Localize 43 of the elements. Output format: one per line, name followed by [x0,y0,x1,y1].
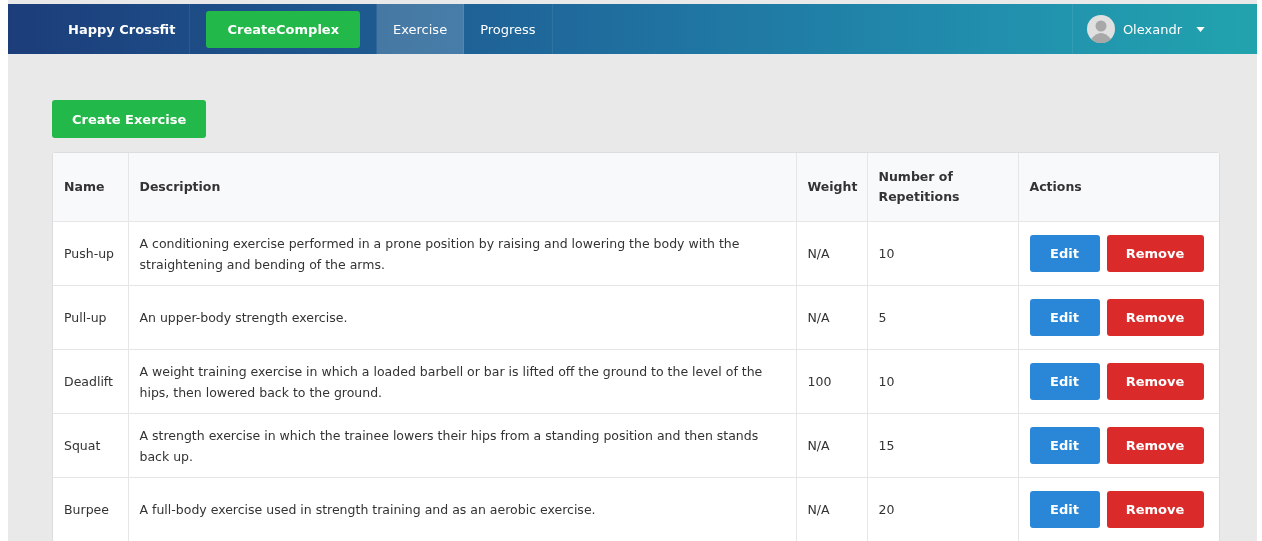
nav-tab[interactable]: Exercise [377,4,465,54]
table-cell: 20 [867,477,1018,541]
nav-tab[interactable]: Progress [464,4,553,54]
column-header: Actions [1018,153,1219,222]
edit-button[interactable]: Edit [1029,299,1100,336]
column-header: Name [53,153,128,222]
table-cell: 100 [796,349,867,414]
column-header: Description [128,153,796,222]
remove-button[interactable]: Remove [1106,491,1204,528]
table-cell: A weight training exercise in which a loaded barbell or bar is lifted off the ground to the level of the hips, then lowered back to the ground. [128,349,796,414]
table-cell: N/A [796,477,867,541]
table-cell: N/A [796,221,867,286]
create-complex-button[interactable]: CreateComplex [206,10,361,48]
table-cell: 10 [867,221,1018,286]
table-cell: 5 [867,285,1018,350]
remove-button[interactable]: Remove [1106,235,1204,272]
table-cell: Deadlift [53,349,128,414]
user-name[interactable]: Olexandr [1122,21,1182,37]
brand-name[interactable]: Happy Crossfit [8,4,191,54]
table-cell: A conditioning exercise performed in a prone position by raising and lowering the body with the straightening and bending of the arms. [128,221,796,286]
table-cell: Burpee [53,477,128,541]
edit-button[interactable]: Edit [1029,235,1100,272]
edit-button[interactable]: Edit [1029,363,1100,400]
remove-button[interactable]: Remove [1106,427,1204,464]
column-header: Weight [796,153,867,222]
remove-button[interactable]: Remove [1106,363,1204,400]
table-cell: 10 [867,349,1018,414]
edit-button[interactable]: Edit [1029,427,1100,464]
table-cell: A full-body exercise used in strength training and as an aerobic exercise. [128,477,796,541]
table-cell: A strength exercise in which the trainee lowers their hips from a standing position and then stands back up. [128,413,796,478]
create-exercise-button[interactable]: Create Exercise [52,100,207,138]
column-header: Number of Repetitions [867,153,1018,222]
caret-icon[interactable] [1196,26,1205,32]
table-cell: N/A [796,413,867,478]
table-cell: An upper-body strength exercise. [128,285,796,350]
table-cell: N/A [796,285,867,350]
edit-button[interactable]: Edit [1029,491,1100,528]
remove-button[interactable]: Remove [1106,299,1204,336]
table-cell: Push-up [53,221,128,286]
table-cell: 15 [867,413,1018,478]
avatar-icon[interactable] [1086,15,1115,43]
table-cell: Pull-up [53,285,128,350]
table-cell: Squat [53,413,128,478]
